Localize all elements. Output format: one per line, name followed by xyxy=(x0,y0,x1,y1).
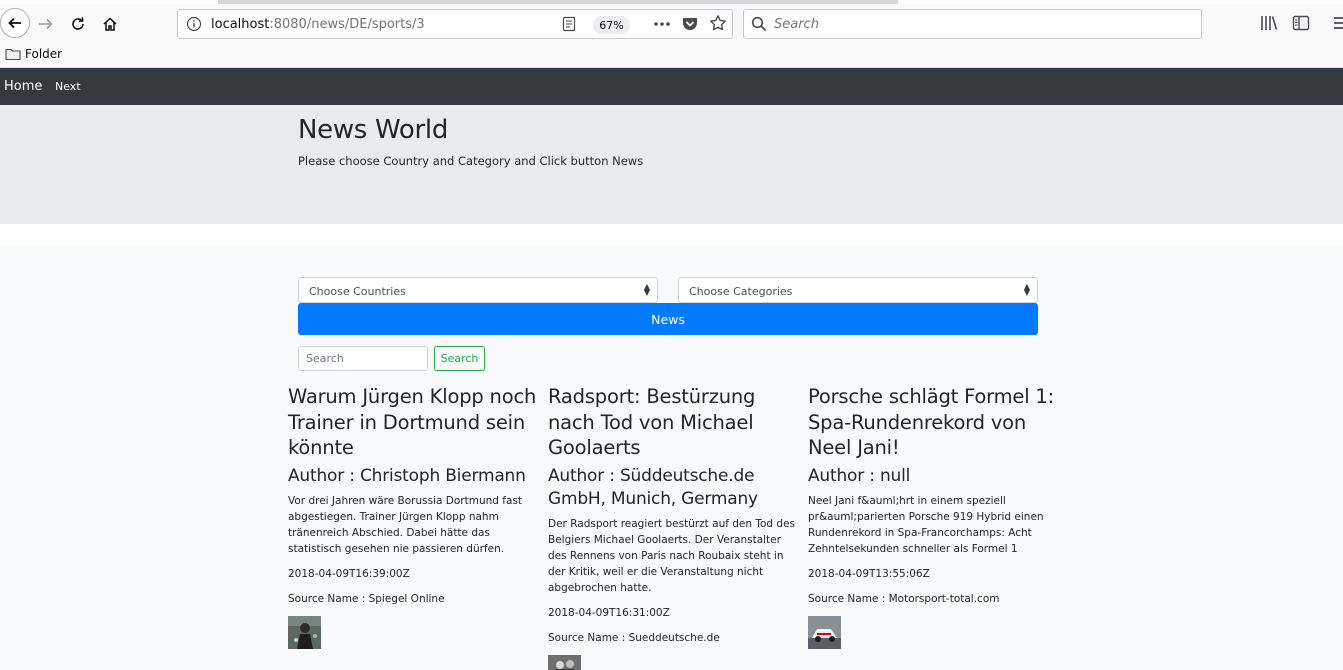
jumbotron: News World Please choose Country and Cat… xyxy=(0,105,1343,224)
back-arrow-icon xyxy=(8,17,21,29)
folder-icon xyxy=(5,48,21,61)
library-icon[interactable] xyxy=(1260,14,1278,36)
search-input[interactable] xyxy=(298,346,428,371)
pocket-icon[interactable] xyxy=(681,15,699,37)
zoom-level-badge[interactable]: 67% xyxy=(593,16,630,34)
select-caret-icon: ▲ ▼ xyxy=(643,282,650,297)
article-description: Der Radsport reagiert bestürzt auf den T… xyxy=(548,517,796,594)
article-source: Source Name : Spiegel Online xyxy=(288,592,445,605)
article-card: Porsche schlägt Formel 1: Spa-Rundenreko… xyxy=(808,384,1058,649)
category-select-value: Choose Categories xyxy=(689,285,793,298)
bookmark-folder[interactable]: Folder xyxy=(5,47,62,61)
news-button[interactable]: News xyxy=(298,303,1038,335)
site-navbar: Home Next xyxy=(0,68,1343,105)
search-icon xyxy=(751,16,767,36)
home-button[interactable] xyxy=(96,10,124,38)
article-source: Source Name : Sueddeutsche.de xyxy=(548,631,720,644)
reader-view-icon[interactable] xyxy=(561,16,577,36)
nav-next-link[interactable]: Next xyxy=(55,80,81,93)
article-title[interactable]: Porsche schlägt Formel 1: Spa-Rundenreko… xyxy=(808,384,1058,461)
article-author: Author : Christoph Biermann xyxy=(288,465,526,486)
url-bar[interactable]: localhost:8080/news/DE/sports/3 67% xyxy=(177,9,733,39)
reload-button[interactable] xyxy=(64,10,92,38)
article-description: Neel Jani f&auml;hrt in einem speziell p… xyxy=(808,494,1044,555)
page-title: News World xyxy=(298,115,449,145)
category-select[interactable]: Choose Categories ▲ ▼ xyxy=(678,277,1038,303)
article-title[interactable]: Warum Jürgen Klopp noch Trainer in Dortm… xyxy=(288,384,538,461)
country-select-value: Choose Countries xyxy=(309,285,406,298)
url-path: :8080/news/DE/sports/3 xyxy=(269,17,425,32)
page-actions-icon[interactable] xyxy=(652,14,672,38)
article-author: Author : null xyxy=(808,465,911,486)
forward-arrow-icon xyxy=(39,18,53,30)
select-caret-icon: ▲ ▼ xyxy=(1023,282,1030,297)
url-text[interactable]: localhost:8080/news/DE/sports/3 xyxy=(211,17,425,32)
article-thumbnail[interactable] xyxy=(548,654,581,670)
article-thumbnail[interactable] xyxy=(808,615,841,649)
article-source: Source Name : Motorsport-total.com xyxy=(808,592,1000,605)
article-thumbnail[interactable] xyxy=(288,615,321,649)
article-date: 2018-04-09T16:31:00Z xyxy=(548,606,670,619)
article-date: 2018-04-09T13:55:06Z xyxy=(808,567,930,580)
menu-icon[interactable] xyxy=(1332,14,1343,36)
forward-button[interactable] xyxy=(32,10,60,38)
browser-toolbar: localhost:8080/news/DE/sports/3 67% xyxy=(0,4,1343,44)
browser-search-input[interactable] xyxy=(774,14,1174,34)
bookmark-star-icon[interactable] xyxy=(709,14,727,36)
article-title[interactable]: Radsport: Bestürzung nach Tod von Michae… xyxy=(548,384,798,461)
country-select[interactable]: Choose Countries ▲ ▼ xyxy=(298,277,658,303)
article-card: Radsport: Bestürzung nach Tod von Michae… xyxy=(548,384,798,670)
search-button[interactable]: Search xyxy=(434,346,485,371)
url-host: localhost xyxy=(211,17,270,32)
article-description: Vor drei Jahren wäre Borussia Dortmund f… xyxy=(288,494,522,555)
page-subtitle: Please choose Country and Category and C… xyxy=(298,154,644,168)
sidebar-icon[interactable] xyxy=(1292,14,1310,36)
article-card: Warum Jürgen Klopp noch Trainer in Dortm… xyxy=(288,384,538,649)
article-author: Author : Süddeutsche.de GmbH, Munich, Ge… xyxy=(548,465,758,509)
home-icon xyxy=(103,17,117,31)
site-info-icon[interactable] xyxy=(186,16,202,36)
back-button[interactable] xyxy=(0,8,30,38)
bookmarks-toolbar: Folder xyxy=(0,44,1343,68)
nav-home-link[interactable]: Home xyxy=(4,79,42,94)
article-date: 2018-04-09T16:39:00Z xyxy=(288,567,410,580)
reload-icon xyxy=(72,17,84,30)
browser-search-bar[interactable] xyxy=(743,9,1202,39)
bookmark-folder-label: Folder xyxy=(25,47,63,61)
